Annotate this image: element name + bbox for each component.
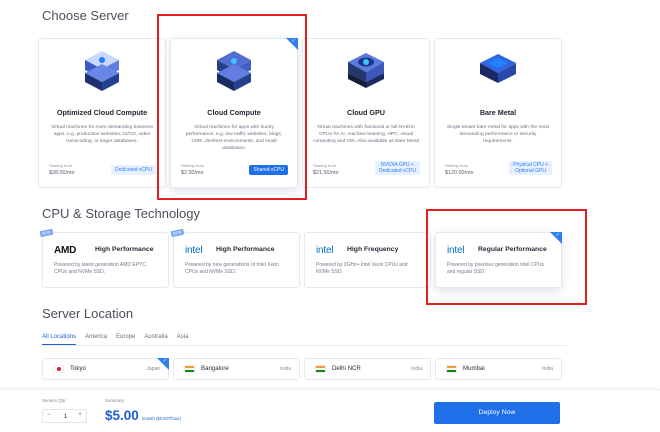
cpu-card-intel-high-performance[interactable]: NEW intel High Performance Powered by ne… (170, 228, 300, 288)
location-country: India (280, 366, 291, 372)
intel-logo-icon: intel (447, 245, 465, 256)
summary-rate: /month ($0.007/hour) (142, 416, 182, 421)
price-label: Starting from (313, 163, 336, 168)
cpu-type-badge: NVIDIA GPU + Dedicated vCPU (375, 161, 420, 175)
cpu-storage-title: CPU & Storage Technology (42, 206, 201, 221)
summary-label: Summary: (105, 398, 126, 403)
server-card-optimized[interactable]: Optimized Cloud Compute Virtual machines… (38, 38, 166, 188)
location-card-delhi-ncr[interactable]: Delhi NCR India (304, 358, 431, 380)
location-card-bangalore[interactable]: Bangalore India (173, 358, 300, 380)
bare-metal-icon (472, 45, 524, 97)
location-card-tokyo[interactable]: ✓ Tokyo Japan (42, 358, 169, 380)
cpu-description: Powered by new generations of Intel Xeon… (185, 262, 279, 276)
server-name: Optimized Cloud Compute (56, 108, 148, 117)
price-label: Starting from (445, 163, 468, 168)
cpu-description: Powered by previous generation Intel CPU… (447, 262, 544, 276)
price-label: Starting from (181, 163, 204, 168)
servers-qty-label: Servers Qty: (42, 398, 67, 403)
server-description: Virtual machines for more demanding busi… (51, 125, 153, 144)
new-badge: NEW (39, 228, 54, 238)
new-badge: NEW (170, 228, 185, 238)
japan-flag-icon (53, 365, 64, 373)
price-value: $2.50/mo (181, 170, 204, 176)
cpu-card-intel-high-frequency[interactable]: intel High Frequency Powered by 3GHz+ In… (304, 232, 431, 288)
quantity-value[interactable]: 1 (58, 413, 73, 420)
price-value: $28.00/mo (49, 170, 75, 176)
location-country: Japan (146, 366, 160, 372)
cpu-name: High Performance (95, 246, 154, 253)
cpu-card-intel-regular-performance[interactable]: ✓ intel Regular Performance Powered by p… (435, 232, 562, 288)
cpu-name: Regular Performance (478, 246, 547, 253)
location-name: Delhi NCR (332, 365, 361, 372)
bottom-bar (0, 389, 660, 432)
server-name: Cloud Compute (207, 108, 261, 117)
location-name: Tokyo (70, 365, 86, 372)
india-flag-icon (315, 365, 326, 373)
location-country: India (542, 366, 553, 372)
server-card-bare-metal[interactable]: Bare Metal Single tenant bare metal for … (434, 38, 562, 188)
cpu-type-badge: Shared vCPU (249, 165, 288, 175)
server-card-cloud-compute[interactable]: ✓ Cloud Compute Virtual machines for app… (170, 38, 298, 188)
page: Choose Server Optimized Cloud Compute Vi… (0, 0, 660, 432)
quantity-stepper: − 1 + (42, 409, 87, 423)
cloud-server-icon (208, 45, 260, 97)
choose-server-title: Choose Server (42, 8, 129, 23)
badge-line: Dedicated vCPU (379, 168, 416, 174)
summary-price: $5.00 (105, 408, 139, 423)
server-description: Virtual machines for apps with bursty pe… (185, 125, 283, 151)
tab-europe[interactable]: Europe (116, 333, 135, 345)
server-location-title: Server Location (42, 306, 134, 321)
location-tabs: All Locations America Europe Australia A… (42, 333, 188, 345)
server-stack-icon (76, 45, 128, 97)
india-flag-icon (446, 365, 457, 373)
price-value: $120.00/mo (445, 170, 474, 176)
location-name: Mumbai (463, 365, 485, 372)
india-flag-icon (184, 365, 195, 373)
location-country: India (411, 366, 422, 372)
location-card-mumbai[interactable]: Mumbai India (435, 358, 562, 380)
badge-line: Optional GPU (515, 168, 546, 174)
intel-logo-icon: intel (316, 245, 334, 256)
cpu-name: High Performance (216, 246, 275, 253)
tab-all-locations[interactable]: All Locations (42, 333, 77, 345)
tabs-divider (42, 345, 567, 346)
gpu-icon (340, 45, 392, 97)
tab-australia[interactable]: Australia (144, 333, 167, 345)
location-name: Bangalore (201, 365, 229, 372)
cpu-card-amd-high-performance[interactable]: NEW AMD High Performance Powered by late… (39, 228, 169, 288)
check-icon: ✓ (291, 38, 296, 44)
cpu-type-badge: Physical CPU + Optional GPU (509, 161, 552, 175)
tab-asia[interactable]: Asia (177, 333, 189, 345)
price-value: $21.50/mo (313, 170, 339, 176)
server-description: Single tenant bare metal for apps with t… (446, 125, 550, 144)
increment-button[interactable]: + (75, 412, 85, 418)
server-name: Bare Metal (479, 108, 517, 117)
server-description: Virtual machines with fractional or full… (313, 125, 419, 144)
intel-logo-icon: intel (185, 245, 203, 256)
cpu-name: High Frequency (347, 246, 399, 253)
check-icon: ✓ (162, 358, 167, 364)
tab-america[interactable]: America (85, 333, 107, 345)
deploy-now-button[interactable]: Deploy Now (434, 402, 560, 424)
price-label: Starting from (49, 163, 72, 168)
cpu-description: Powered by 3GHz+ Intel Xeon CPUs and NVM… (316, 262, 408, 276)
server-card-cloud-gpu[interactable]: Cloud GPU Virtual machines with fraction… (302, 38, 430, 188)
amd-logo-icon: AMD (54, 245, 77, 256)
check-icon: ✓ (555, 232, 560, 238)
cpu-description: Powered by latest generation AMD EPYC CP… (54, 262, 146, 276)
decrement-button[interactable]: − (44, 412, 54, 418)
cpu-type-badge: Dedicated vCPU (111, 165, 156, 175)
server-name: Cloud GPU (347, 108, 385, 117)
